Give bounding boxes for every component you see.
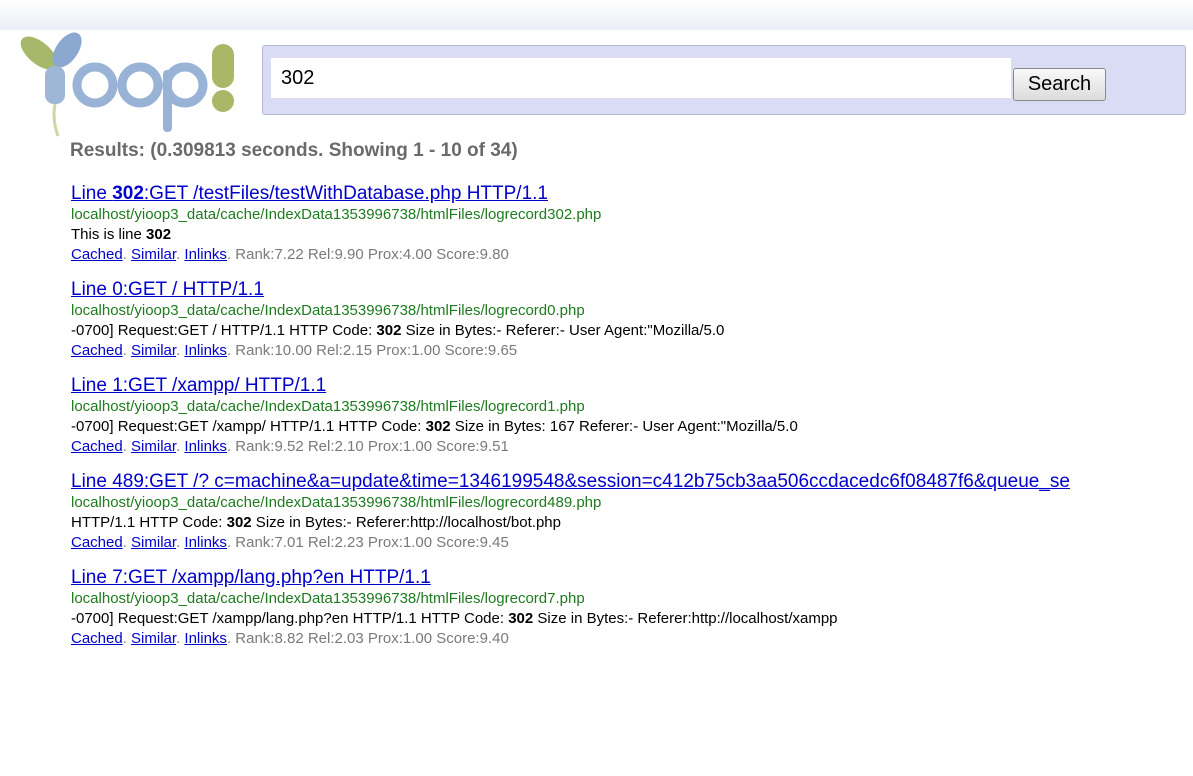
cached-link[interactable]: Cached bbox=[71, 246, 123, 263]
result-item: Line 0:GET / HTTP/1.1 localhost/yioop3_d… bbox=[71, 278, 1171, 361]
cached-link[interactable]: Cached bbox=[71, 534, 123, 551]
similar-link[interactable]: Similar bbox=[131, 534, 176, 551]
result-snippet: HTTP/1.1 HTTP Code: 302 Size in Bytes:- … bbox=[71, 513, 1171, 533]
snippet-text: -0700] Request:GET /xampp/ HTTP/1.1 HTTP… bbox=[71, 418, 426, 435]
snippet-keyword: 302 bbox=[425, 418, 451, 435]
result-title-text: :GET /testFiles/testWithDatabase.php HTT… bbox=[143, 183, 548, 204]
inlinks-link[interactable]: Inlinks bbox=[184, 246, 227, 263]
snippet-text: This is line bbox=[71, 226, 147, 243]
snippet-keyword: 302 bbox=[146, 226, 172, 243]
result-meta: Cached. Similar. Inlinks. Rank:10.00 Rel… bbox=[71, 342, 518, 359]
result-snippet: This is line 302 bbox=[71, 225, 1171, 245]
cached-link[interactable]: Cached bbox=[71, 438, 123, 455]
result-item: Line 7:GET /xampp/lang.php?en HTTP/1.1 l… bbox=[71, 566, 1171, 649]
snippet-keyword: 302 bbox=[376, 322, 402, 339]
result-title-link[interactable]: Line 7:GET /xampp/lang.php?en HTTP/1.1 bbox=[71, 566, 1171, 589]
result-scores: Rank:10.00 Rel:2.15 Prox:1.00 Score:9.65 bbox=[235, 342, 518, 359]
result-title-text: Line 1:GET /xampp/ HTTP/1.1 bbox=[71, 375, 327, 396]
result-title-text: Line 489:GET /? c=machine&a=update&time=… bbox=[71, 471, 1070, 492]
results-list: Line 302:GET /testFiles/testWithDatabase… bbox=[71, 182, 1171, 662]
result-snippet: -0700] Request:GET /xampp/lang.php?en HT… bbox=[71, 609, 1171, 629]
inlinks-link[interactable]: Inlinks bbox=[184, 342, 227, 359]
yoop-logo[interactable] bbox=[12, 28, 252, 138]
result-snippet: -0700] Request:GET /xampp/ HTTP/1.1 HTTP… bbox=[71, 417, 1171, 437]
snippet-text: HTTP/1.1 HTTP Code: bbox=[71, 514, 227, 531]
result-url: localhost/yioop3_data/cache/IndexData135… bbox=[71, 206, 602, 223]
result-url: localhost/yioop3_data/cache/IndexData135… bbox=[71, 398, 585, 415]
snippet-text: -0700] Request:GET /xampp/lang.php?en HT… bbox=[71, 610, 509, 627]
similar-link[interactable]: Similar bbox=[131, 246, 176, 263]
snippet-text: Size in Bytes:- Referer:http://localhost… bbox=[251, 514, 561, 531]
search-input[interactable] bbox=[271, 58, 1011, 98]
search-bar: Search bbox=[262, 45, 1186, 115]
top-band bbox=[0, 0, 1193, 30]
cached-link[interactable]: Cached bbox=[71, 342, 123, 359]
result-title-text: Line 0:GET / HTTP/1.1 bbox=[71, 279, 264, 300]
result-scores: Rank:8.82 Rel:2.03 Prox:1.00 Score:9.40 bbox=[235, 630, 509, 647]
similar-link[interactable]: Similar bbox=[131, 438, 176, 455]
result-meta: Cached. Similar. Inlinks. Rank:7.01 Rel:… bbox=[71, 534, 509, 551]
similar-link[interactable]: Similar bbox=[131, 630, 176, 647]
result-scores: Rank:7.22 Rel:9.90 Prox:4.00 Score:9.80 bbox=[235, 246, 509, 263]
snippet-text: Size in Bytes: 167 Referer:- User Agent:… bbox=[450, 418, 798, 435]
result-title-text: Line 7:GET /xampp/lang.php?en HTTP/1.1 bbox=[71, 567, 431, 588]
result-meta: Cached. Similar. Inlinks. Rank:8.82 Rel:… bbox=[71, 630, 509, 647]
result-item: Line 1:GET /xampp/ HTTP/1.1 localhost/yi… bbox=[71, 374, 1171, 457]
snippet-text: Size in Bytes:- Referer:- User Agent:"Mo… bbox=[401, 322, 725, 339]
result-scores: Rank:7.01 Rel:2.23 Prox:1.00 Score:9.45 bbox=[235, 534, 509, 551]
result-scores: Rank:9.52 Rel:2.10 Prox:1.00 Score:9.51 bbox=[235, 438, 509, 455]
result-url: localhost/yioop3_data/cache/IndexData135… bbox=[71, 302, 585, 319]
result-item: Line 302:GET /testFiles/testWithDatabase… bbox=[71, 182, 1171, 265]
results-summary: Results: (0.309813 seconds. Showing 1 - … bbox=[70, 140, 518, 161]
similar-link[interactable]: Similar bbox=[131, 342, 176, 359]
snippet-keyword: 302 bbox=[226, 514, 252, 531]
result-url: localhost/yioop3_data/cache/IndexData135… bbox=[71, 590, 585, 607]
result-meta: Cached. Similar. Inlinks. Rank:9.52 Rel:… bbox=[71, 438, 509, 455]
result-title-link[interactable]: Line 1:GET /xampp/ HTTP/1.1 bbox=[71, 374, 1171, 397]
yoop-logo-graphic bbox=[20, 32, 234, 137]
snippet-text: Size in Bytes:- Referer:http://localhost… bbox=[533, 610, 838, 627]
result-title-link[interactable]: Line 0:GET / HTTP/1.1 bbox=[71, 278, 1171, 301]
result-title-keyword: 302 bbox=[112, 183, 144, 204]
result-item: Line 489:GET /? c=machine&a=update&time=… bbox=[71, 470, 1171, 553]
result-url: localhost/yioop3_data/cache/IndexData135… bbox=[71, 494, 602, 511]
result-title-link[interactable]: Line 489:GET /? c=machine&a=update&time=… bbox=[71, 470, 1171, 493]
result-meta: Cached. Similar. Inlinks. Rank:7.22 Rel:… bbox=[71, 246, 509, 263]
snippet-text: -0700] Request:GET / HTTP/1.1 HTTP Code: bbox=[71, 322, 377, 339]
cached-link[interactable]: Cached bbox=[71, 630, 123, 647]
inlinks-link[interactable]: Inlinks bbox=[184, 630, 227, 647]
result-snippet: -0700] Request:GET / HTTP/1.1 HTTP Code:… bbox=[71, 321, 1171, 341]
result-title-text: Line bbox=[71, 183, 113, 204]
inlinks-link[interactable]: Inlinks bbox=[184, 534, 227, 551]
inlinks-link[interactable]: Inlinks bbox=[184, 438, 227, 455]
search-button[interactable]: Search bbox=[1013, 68, 1106, 101]
snippet-keyword: 302 bbox=[508, 610, 534, 627]
result-title-link[interactable]: Line 302:GET /testFiles/testWithDatabase… bbox=[71, 182, 1171, 205]
